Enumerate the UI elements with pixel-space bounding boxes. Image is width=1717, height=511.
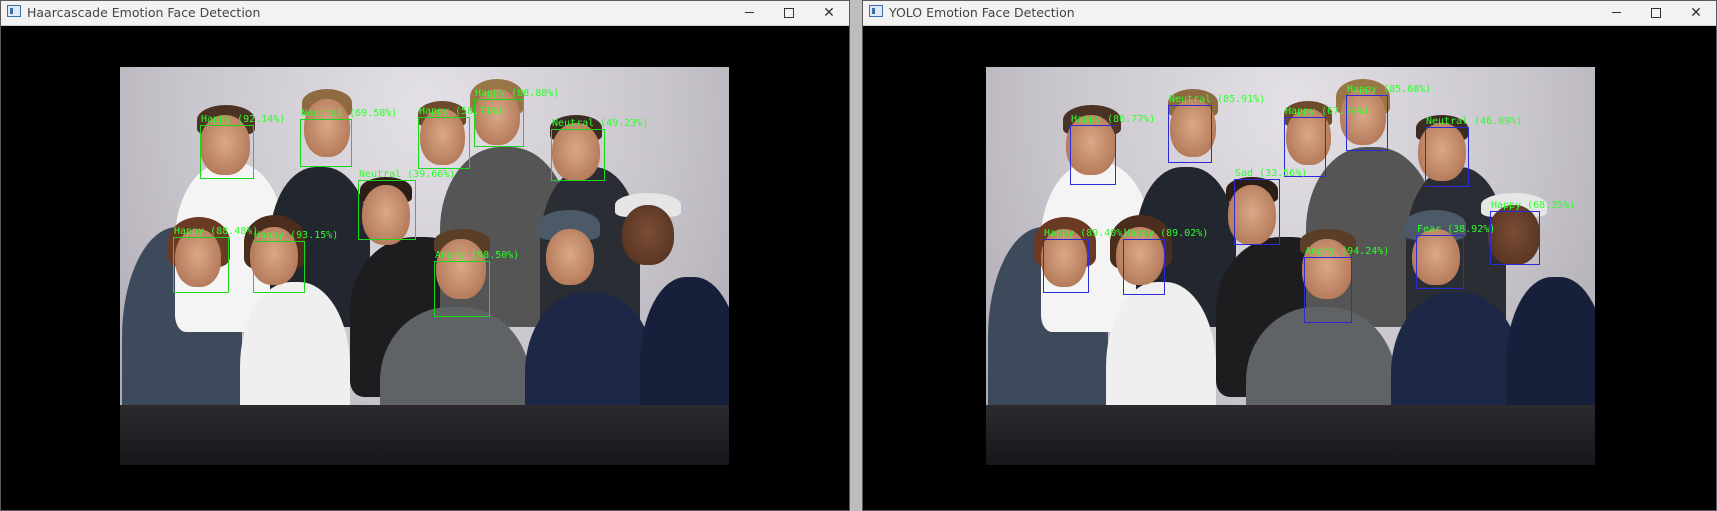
detection-box: Neutral (69.58%) [300,108,397,167]
detection-box: Happy (88.88%) [474,88,559,147]
maximize-icon [1651,7,1661,18]
window-title: Haarcascade Emotion Face Detection [27,5,261,20]
close-icon: ✕ [823,5,835,21]
detection-box: Happy (85.68%) [1346,84,1431,151]
detection-label: Neutral (69.58%) [301,108,398,119]
detection-label: Fear (38.92%) [1417,224,1496,235]
window-divider [850,0,862,511]
maximize-icon [784,7,794,18]
maximize-button[interactable] [1636,1,1676,25]
detection-label: Happy (86.77%) [1071,114,1156,125]
detection-label: Sad (33.56%) [1235,168,1308,179]
minimize-icon [1611,12,1621,13]
detection-label: Happy (89.02%) [1124,228,1209,239]
detection-box: Angry (94.24%) [1304,246,1389,323]
haarcascade-window: Haarcascade Emotion Face Detection ✕ Hap… [0,0,850,511]
detection-box: Happy (89.40%) [1043,228,1128,293]
detection-label: Neutral (85.91%) [1169,94,1266,105]
minimize-icon [744,12,754,13]
window-title: YOLO Emotion Face Detection [889,5,1075,20]
detection-box: Happy (68.35%) [1490,200,1575,265]
app-window-icon [7,5,21,17]
detection-box: Neutral (46.09%) [1425,116,1522,187]
detection-box: Happy (86.77%) [1070,114,1155,185]
detection-box: Happy (93.15%) [253,230,338,293]
detection-label: Neutral (49.23%) [552,118,649,129]
detection-box: Sad (33.56%) [1234,168,1307,245]
detection-label: Happy (93.15%) [254,230,339,241]
close-icon: ✕ [1690,5,1702,21]
detection-box: Neutral (85.91%) [1168,94,1265,163]
detection-label: Happy (88.48%) [174,226,259,237]
detection-box: Happy (89.02%) [1123,228,1208,295]
detection-box: Neutral (49.23%) [551,118,648,181]
detection-box: Fear (38.92%) [1416,224,1495,289]
detection-label: Angry (94.24%) [1305,246,1390,257]
detection-label: Happy (92.14%) [201,114,286,125]
detection-label: Happy (88.88%) [475,88,560,99]
detection-box: Neutral (39.66%) [358,169,455,240]
detection-box: Angry (98.50%) [434,250,519,317]
detection-label: Angry (98.50%) [435,250,520,261]
detection-label: Neutral (39.66%) [359,169,456,180]
close-button[interactable]: ✕ [809,1,849,25]
close-button[interactable]: ✕ [1676,1,1716,25]
group-photo: Happy (92.14%) Neutral (69.58%) Happy (5… [120,67,729,465]
minimize-button[interactable] [1596,1,1636,25]
window-titlebar[interactable]: Haarcascade Emotion Face Detection ✕ [1,1,849,26]
app-window-icon [869,5,883,17]
detection-label: Happy (68.35%) [1491,200,1576,211]
group-photo: Happy (86.77%) Neutral (85.91%) Happy (6… [986,67,1595,465]
detection-label: Happy (85.68%) [1347,84,1432,95]
minimize-button[interactable] [729,1,769,25]
detection-box: Happy (88.48%) [173,226,258,293]
detection-label: Neutral (46.09%) [1426,116,1523,127]
detection-box: Happy (58.71%) [418,106,503,169]
detection-box: Happy (92.14%) [200,114,285,179]
yolo-window: YOLO Emotion Face Detection ✕ Happy (86.… [862,0,1717,511]
window-titlebar[interactable]: YOLO Emotion Face Detection ✕ [863,1,1716,26]
detection-label: Happy (89.40%) [1044,228,1129,239]
maximize-button[interactable] [769,1,809,25]
